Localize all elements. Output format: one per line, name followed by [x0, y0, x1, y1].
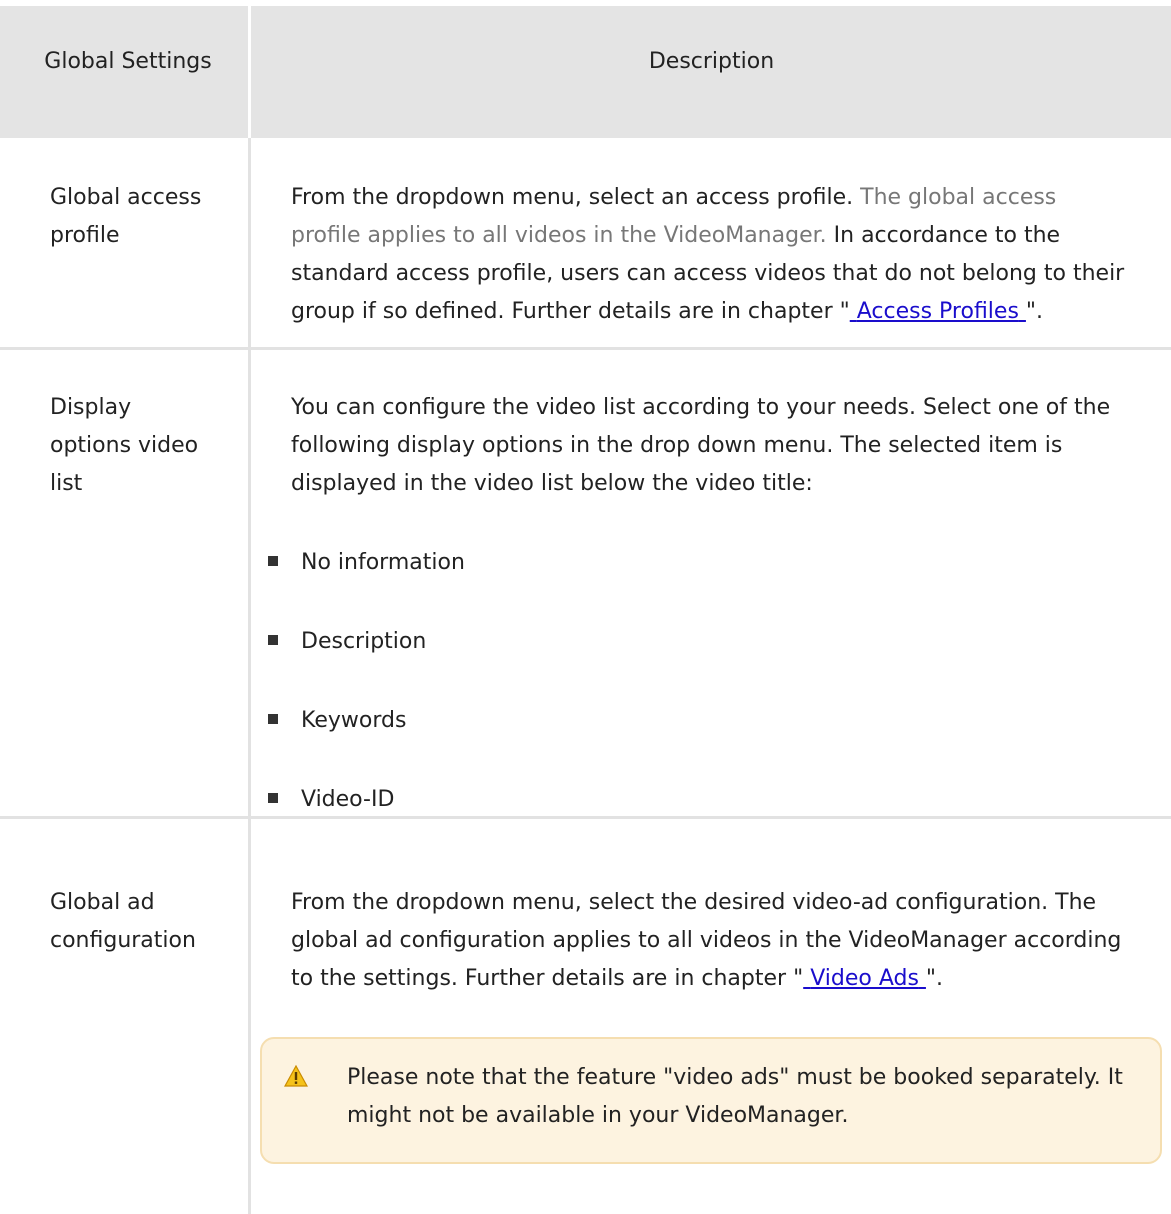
bullet-icon [268, 793, 278, 803]
video-ads-link[interactable]: Video Ads [803, 966, 926, 991]
row-divider [0, 816, 1171, 819]
setting-description-access-profile: From the dropdown menu, select an access… [291, 179, 1131, 331]
header-divider [248, 6, 251, 138]
description-text: From the dropdown menu, select the desir… [291, 890, 1122, 991]
header-description: Description [648, 49, 775, 74]
header-global-settings: Global Settings [44, 49, 212, 74]
note-box: Please note that the feature "video ads"… [260, 1037, 1162, 1164]
setting-label-display-options: Display options video list [50, 395, 199, 496]
setting-description-display-options: You can configure the video list accordi… [291, 395, 1111, 496]
column-divider [248, 138, 251, 1214]
note-text: Please note that the feature "video ads"… [347, 1065, 1123, 1128]
access-profiles-link[interactable]: Access Profiles [850, 299, 1026, 324]
row-divider [0, 347, 1171, 350]
bullet-icon [268, 556, 278, 566]
description-text: From the dropdown menu, select an access… [291, 185, 854, 210]
bullet-icon [268, 635, 278, 645]
description-text: ". [1025, 299, 1044, 324]
setting-description-ad-configuration: From the dropdown menu, select the desir… [291, 884, 1131, 998]
global-settings-table: Global Settings Description Global acces… [0, 0, 1171, 1214]
setting-label-ad-configuration: Global ad configuration [50, 890, 196, 953]
warning-icon [284, 1065, 308, 1087]
bullet-icon [268, 714, 278, 724]
description-text: ". [925, 966, 944, 991]
setting-label-access-profile: Global access profile [50, 185, 202, 248]
